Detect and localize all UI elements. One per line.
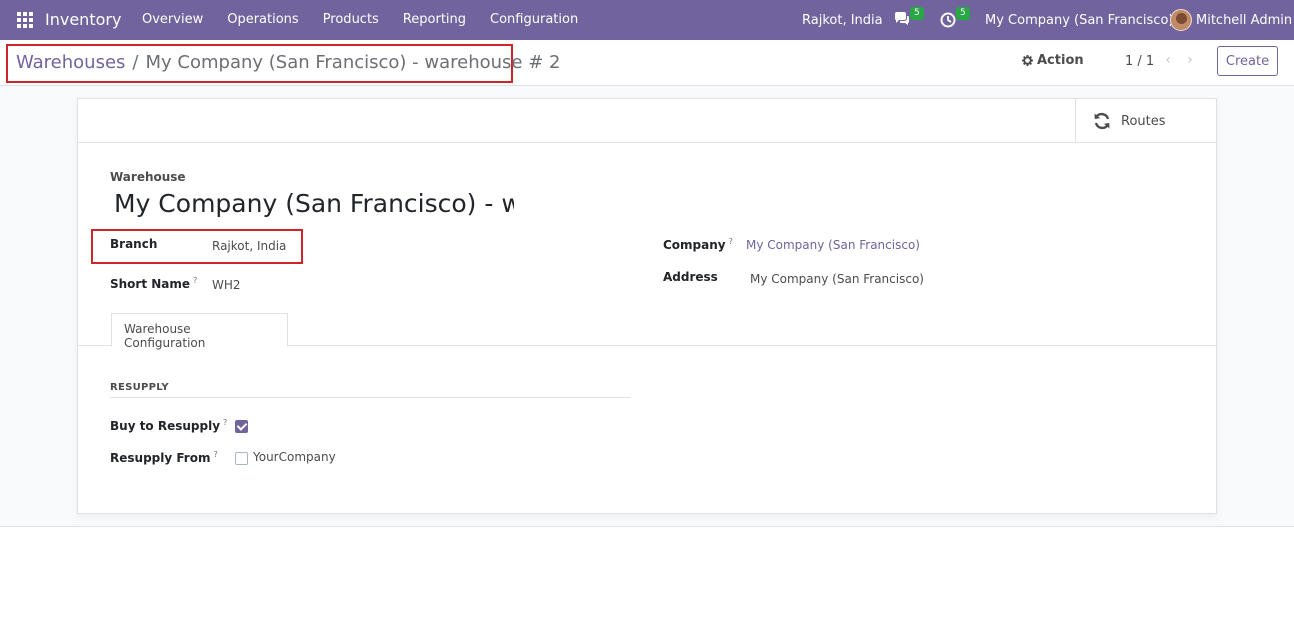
action-label: Action <box>1037 53 1084 68</box>
activities-count-badge: 5 <box>956 7 970 20</box>
user-avatar[interactable] <box>1170 9 1192 31</box>
company-label: Company? <box>663 237 733 252</box>
resupply-from-yourcompany-checkbox[interactable] <box>235 452 248 465</box>
menu-overview[interactable]: Overview <box>142 12 203 27</box>
buy-to-resupply-checkbox[interactable] <box>235 420 248 433</box>
pager-next-chevron-right-icon[interactable]: › <box>1183 52 1197 68</box>
main-menu: Overview Operations Products Reporting C… <box>142 12 602 27</box>
menu-operations[interactable]: Operations <box>227 12 298 27</box>
short-name-help-icon[interactable]: ? <box>193 276 197 285</box>
pager-previous-chevron-left-icon[interactable]: ‹ <box>1161 52 1175 68</box>
warehouse-name-input[interactable]: My Company (San Francisco) - warehouse #… <box>114 189 514 223</box>
address-value[interactable]: My Company (San Francisco) <box>750 272 924 286</box>
short-name-label-text: Short Name <box>110 277 191 291</box>
breadcrumb-current: My Company (San Francisco) - warehouse #… <box>145 52 561 73</box>
create-button[interactable]: Create <box>1217 46 1278 76</box>
branch-label: Branch <box>110 237 158 251</box>
breadcrumb: Warehouses / My Company (San Francisco) … <box>16 52 560 73</box>
company-value-link[interactable]: My Company (San Francisco) <box>746 238 920 252</box>
tab-warehouse-configuration[interactable]: Warehouse Configuration <box>111 313 288 350</box>
warehouse-field-label: Warehouse <box>110 170 186 184</box>
messages-icon[interactable]: 5 <box>893 7 924 32</box>
app-name[interactable]: Inventory <box>45 10 121 29</box>
activities-clock-icon[interactable]: 5 <box>939 7 970 32</box>
refresh-routes-icon <box>1094 112 1110 130</box>
buy-to-resupply-help-icon[interactable]: ? <box>223 418 227 427</box>
messages-count-badge: 5 <box>910 7 924 20</box>
short-name-label: Short Name? <box>110 276 197 291</box>
company-label-text: Company <box>663 238 726 252</box>
notebook-tabs: Warehouse Configuration <box>78 313 1216 350</box>
group-divider <box>110 397 631 398</box>
company-switcher[interactable]: My Company (San Francisco) <box>985 0 1173 40</box>
company-help-icon[interactable]: ? <box>729 237 733 246</box>
buy-to-resupply-label: Buy to Resupply? <box>110 418 227 433</box>
resupply-from-label-text: Resupply From <box>110 451 211 465</box>
breadcrumb-separator: / <box>132 52 139 73</box>
control-panel: Warehouses / My Company (San Francisco) … <box>0 40 1294 86</box>
pager-value[interactable]: 1 / 1 <box>1125 54 1154 69</box>
action-button[interactable]: Action <box>1022 53 1084 68</box>
smart-button-box: Routes <box>78 99 1216 143</box>
branch-value[interactable]: Rajkot, India <box>212 239 286 253</box>
branch-switcher[interactable]: Rajkot, India <box>802 0 883 40</box>
short-name-value[interactable]: WH2 <box>212 278 241 292</box>
user-menu[interactable]: Mitchell Admin <box>1196 0 1292 40</box>
address-label: Address <box>663 270 718 284</box>
resupply-from-label: Resupply From? <box>110 450 218 465</box>
breadcrumb-warehouses[interactable]: Warehouses <box>16 52 125 73</box>
gear-icon <box>1022 55 1033 66</box>
routes-label: Routes <box>1121 114 1166 129</box>
buy-to-resupply-label-text: Buy to Resupply <box>110 419 221 433</box>
resupply-from-yourcompany-label[interactable]: YourCompany <box>253 450 336 464</box>
form-sheet: Routes Warehouse My Company (San Francis… <box>77 98 1217 514</box>
menu-configuration[interactable]: Configuration <box>490 12 578 27</box>
menu-products[interactable]: Products <box>323 12 379 27</box>
app-menu-grid-icon[interactable] <box>17 12 33 28</box>
resupply-group-title: RESUPPLY <box>110 382 169 393</box>
resupply-from-help-icon[interactable]: ? <box>213 450 217 459</box>
top-navbar: Inventory Overview Operations Products R… <box>0 0 1294 40</box>
routes-smart-button[interactable]: Routes <box>1075 99 1216 143</box>
menu-reporting[interactable]: Reporting <box>403 12 466 27</box>
